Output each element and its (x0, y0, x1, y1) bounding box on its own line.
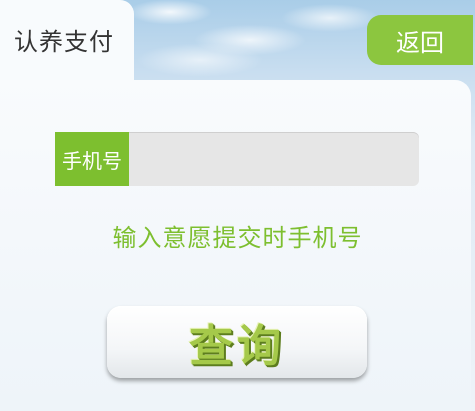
phone-input[interactable] (129, 132, 419, 186)
back-button[interactable]: 返回 (367, 15, 473, 65)
query-button-label: 查询 (189, 321, 285, 372)
phone-hint: 输入意愿提交时手机号 (112, 224, 363, 252)
phone-field-row: 手机号 (55, 132, 419, 186)
page-tab: 认养支付 (0, 0, 134, 90)
phone-label: 手机号 (55, 132, 129, 186)
page-title: 认养支付 (14, 28, 114, 56)
query-button[interactable]: 查询 (107, 306, 367, 378)
